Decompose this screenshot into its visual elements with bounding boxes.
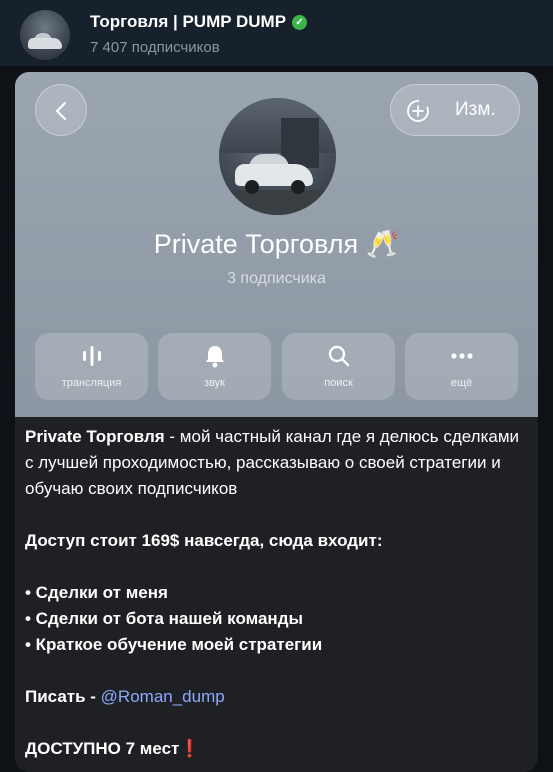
bell-icon <box>205 346 224 368</box>
exclamation-icon: ❗ <box>179 739 201 758</box>
profile-avatar[interactable] <box>219 98 336 215</box>
edit-label: Изм. <box>455 99 496 120</box>
action-search-label: поиск <box>324 377 353 389</box>
more-dots-icon <box>450 353 473 359</box>
edit-button[interactable]: Изм. <box>390 84 520 136</box>
back-button[interactable] <box>35 84 87 136</box>
add-circle-icon <box>407 100 429 122</box>
availability-line: ДОСТУПНО 7 мест❗ <box>25 736 525 762</box>
bullet-text: • Сделки от меня <box>25 583 168 602</box>
channel-title-text: Торговля | PUMP DUMP <box>90 12 287 31</box>
intro-paragraph: Private Торговля - мой частный канал где… <box>25 424 525 502</box>
availability-text: ДОСТУПНО 7 мест <box>25 739 180 758</box>
channel-subscribers: 7 407 подписчиков <box>90 39 220 56</box>
bullet-text: • Краткое обучение моей стратегии <box>25 635 323 654</box>
action-more-label: ещё <box>450 377 473 389</box>
message-text: Private Торговля - мой частный канал где… <box>25 424 525 762</box>
channel-name-bold: Private Торговля <box>25 427 165 446</box>
channel-avatar[interactable] <box>20 10 70 60</box>
profile-name: Private Торговля 🥂 <box>153 229 400 259</box>
channel-title: Торговля | PUMP DUMP ✓ <box>90 12 308 32</box>
action-sound-label: звук <box>204 377 225 389</box>
contact-line: Писать - @Roman_dump <box>25 684 525 710</box>
profile-subscribers: 3 подписчика <box>227 270 326 287</box>
action-stream-label: трансляция <box>61 377 122 389</box>
action-stream-button[interactable]: трансляция <box>35 333 148 400</box>
action-search-button[interactable]: поиск <box>282 333 395 400</box>
bullet-text: • Сделки от бота нашей команды <box>25 609 304 628</box>
action-more-button[interactable]: ещё <box>405 333 518 400</box>
bullet-item: • Сделки от бота нашей команды <box>25 606 525 632</box>
bullet-item: • Сделки от меня <box>25 580 525 606</box>
price-line: Доступ стоит 169$ навсегда, сюда входит: <box>25 528 525 554</box>
chevron-left-icon <box>55 101 67 121</box>
live-stream-icon <box>82 346 101 366</box>
price-text: Доступ стоит 169$ навсегда, сюда входит: <box>25 531 383 550</box>
verified-icon: ✓ <box>292 15 308 30</box>
message-card: Изм. Private Торговля 🥂 3 подписчика тра… <box>15 72 538 772</box>
bullet-item: • Краткое обучение моей стратегии <box>25 632 525 658</box>
action-sound-button[interactable]: звук <box>158 333 271 400</box>
profile-preview: Изм. Private Торговля 🥂 3 подписчика тра… <box>15 72 538 417</box>
contact-label: Писать - <box>25 687 101 706</box>
search-icon <box>328 345 349 367</box>
contact-link[interactable]: @Roman_dump <box>101 687 225 706</box>
channel-header[interactable]: Торговля | PUMP DUMP ✓ 7 407 подписчиков <box>0 0 553 66</box>
